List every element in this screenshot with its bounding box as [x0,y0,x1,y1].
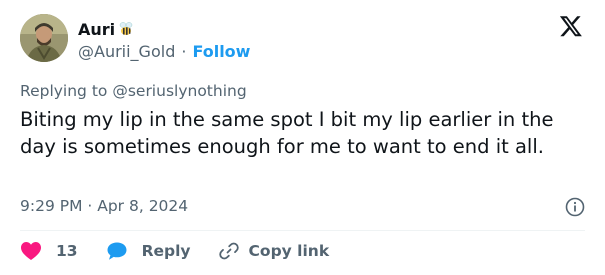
heart-icon [20,241,42,261]
info-icon[interactable] [565,197,585,217]
x-logo-icon[interactable] [559,14,583,38]
reply-label: Reply [141,242,191,260]
link-icon [218,241,239,261]
reply-button[interactable]: Reply [106,241,191,261]
follow-button[interactable]: Follow [192,42,250,61]
action-bar: 13 Reply Copy link [20,239,329,263]
user-handle[interactable]: @Aurii_Gold [78,42,175,61]
speech-bubble-icon [106,241,128,261]
like-button[interactable]: 13 [20,241,78,261]
tweet-timestamp[interactable]: 9:29 PM · Apr 8, 2024 [20,197,188,215]
display-name[interactable]: Auri [78,20,115,39]
bee-icon [118,21,134,37]
copy-link-label: Copy link [248,242,330,260]
like-count: 13 [56,242,78,260]
replying-to: Replying to @seriuslynothing [20,82,247,100]
divider [20,230,585,231]
separator-dot: · [181,41,187,61]
copy-link-button[interactable]: Copy link [218,241,330,261]
reply-mention-link[interactable]: @seriuslynothing [112,82,246,100]
handle-row: @Aurii_Gold · Follow [78,41,250,61]
replying-prefix: Replying to [20,82,108,100]
avatar[interactable] [20,14,68,62]
tweet-text: Biting my lip in the same spot I bit my … [20,108,554,158]
user-name-row: Auri [78,18,134,40]
tweet-card: Auri @Aurii_Gold · Follow Replying to @s… [0,0,605,275]
